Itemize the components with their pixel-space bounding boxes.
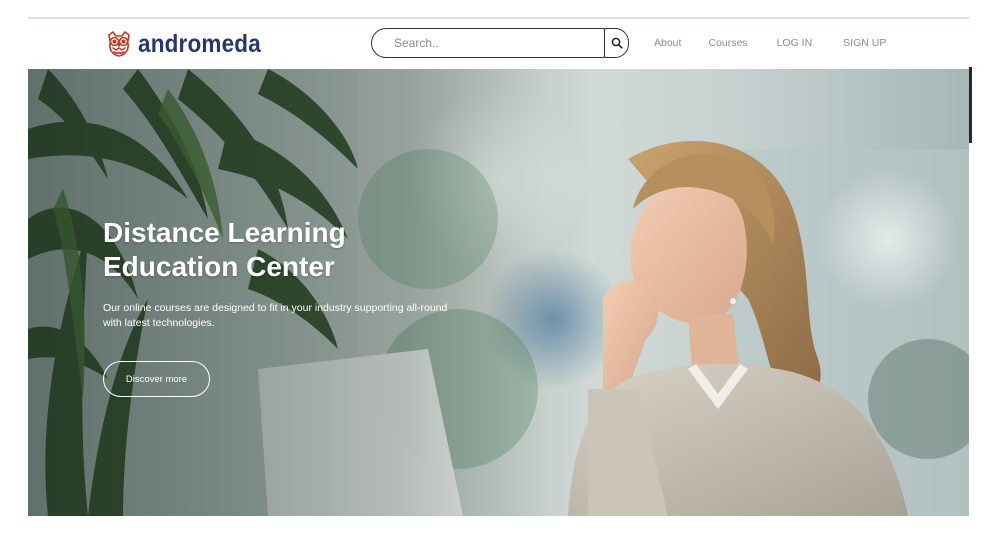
nav-courses-link[interactable]: Courses	[708, 37, 747, 49]
search-input[interactable]	[394, 34, 584, 52]
navbar: andromeda About Courses LOG IN SIGN UP	[28, 19, 969, 69]
nav-about-link[interactable]: About	[654, 37, 681, 49]
discover-more-button[interactable]: Discover more	[103, 361, 210, 397]
scrollbar[interactable]	[969, 67, 972, 143]
hero-title-line1: Distance Learning	[103, 217, 346, 248]
nav-login-link[interactable]: LOG IN	[777, 37, 813, 49]
brand-name: andromeda	[138, 29, 261, 58]
hero-overlay	[28, 69, 969, 516]
search-icon	[611, 37, 623, 49]
hero-title: Distance Learning Education Center	[103, 216, 403, 284]
brand[interactable]: andromeda	[104, 27, 275, 61]
hero-title-line2: Education Center	[103, 251, 335, 282]
owl-icon	[108, 31, 130, 57]
hero-subtitle-line2: with latest technologies.	[103, 317, 215, 329]
page-frame: andromeda About Courses LOG IN SIGN UP	[28, 17, 969, 517]
hero-subtitle: Our online courses are designed to fit i…	[103, 301, 503, 331]
search-box	[371, 28, 605, 58]
hero-banner: Distance Learning Education Center Our o…	[28, 69, 969, 516]
nav-signup-link[interactable]: SIGN UP	[843, 37, 886, 49]
hero-subtitle-line1: Our online courses are designed to fit i…	[103, 302, 448, 314]
search-button[interactable]	[604, 28, 629, 58]
nav-links: About Courses LOG IN SIGN UP	[654, 19, 886, 67]
